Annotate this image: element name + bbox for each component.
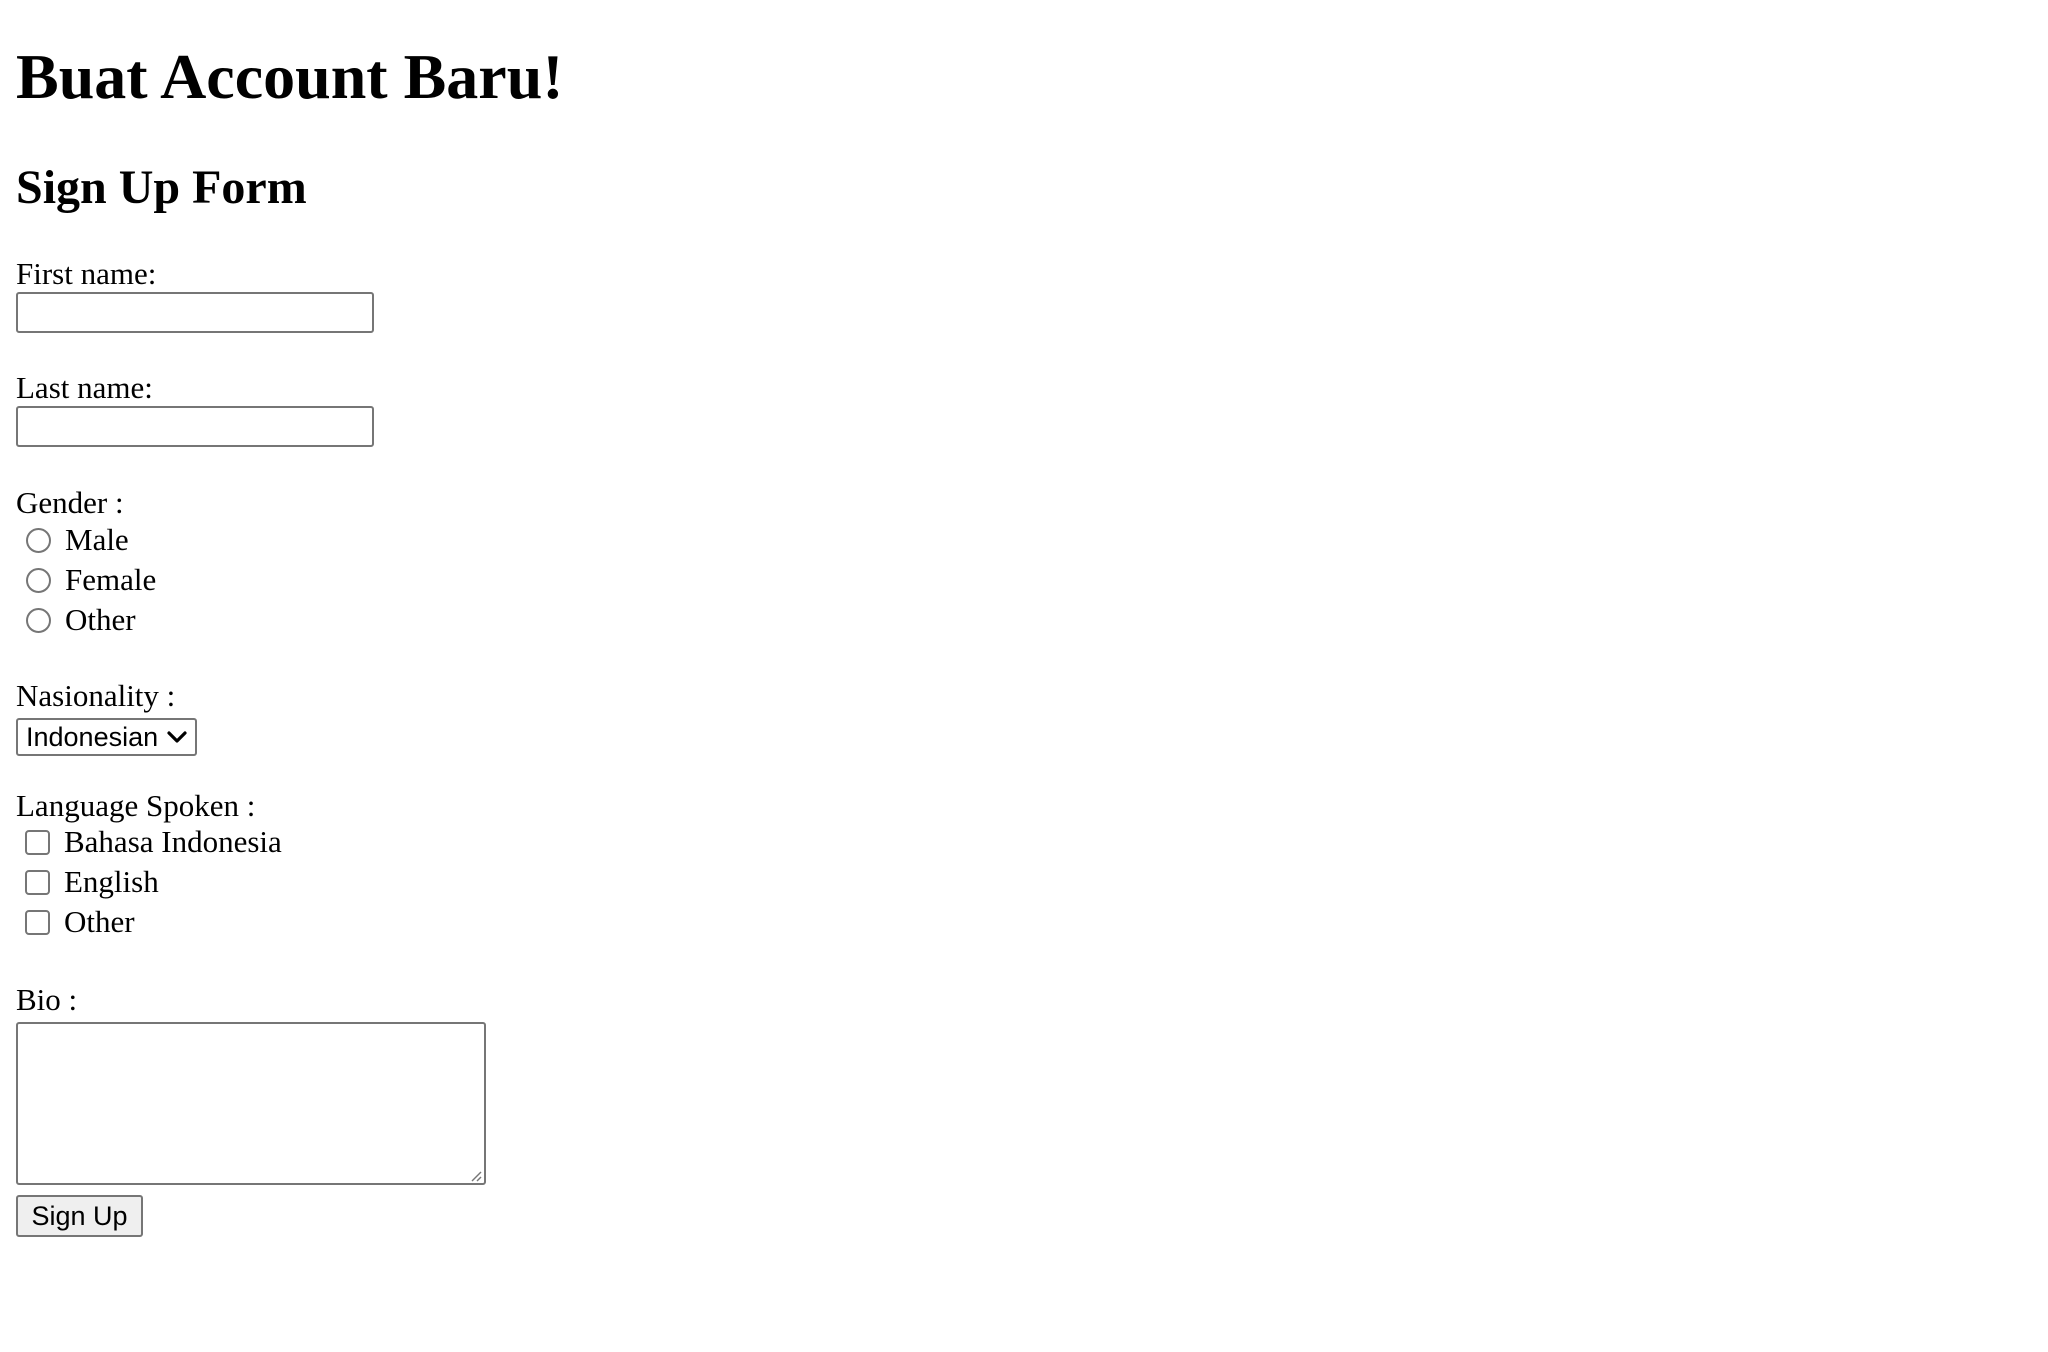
gender-option-other[interactable]: Other	[16, 600, 136, 640]
page-heading: Buat Account Baru!	[16, 41, 564, 112]
gender-other-radio[interactable]	[26, 607, 51, 633]
language-option-bahasa-indonesia[interactable]: Bahasa Indonesia	[16, 822, 282, 862]
gender-label: Gender :	[16, 485, 124, 520]
language-english-label: English	[64, 864, 159, 899]
first-name-input[interactable]	[16, 292, 374, 333]
chevron-down-icon	[163, 723, 191, 751]
bio-label: Bio :	[16, 982, 78, 1017]
gender-other-label: Other	[65, 602, 136, 637]
first-name-label: First name:	[16, 256, 157, 291]
language-bahasa-indonesia-label: Bahasa Indonesia	[64, 824, 282, 859]
gender-female-label: Female	[65, 562, 157, 597]
nationality-select[interactable]: Indonesian	[16, 718, 197, 756]
language-english-checkbox[interactable]	[25, 869, 50, 895]
gender-female-radio[interactable]	[26, 567, 51, 593]
resize-grip-icon[interactable]	[470, 1169, 482, 1182]
language-other-checkbox[interactable]	[25, 909, 50, 935]
gender-male-radio[interactable]	[26, 527, 51, 553]
nationality-label: Nasionality :	[16, 678, 176, 713]
last-name-label: Last name:	[16, 370, 153, 405]
language-other-label: Other	[64, 904, 135, 939]
bio-textarea[interactable]	[16, 1022, 486, 1185]
language-label: Language Spoken :	[16, 788, 256, 823]
gender-male-label: Male	[65, 522, 129, 557]
gender-option-male[interactable]: Male	[16, 520, 129, 560]
form-title: Sign Up Form	[16, 161, 307, 214]
sign-up-button[interactable]: Sign Up	[16, 1195, 143, 1237]
language-option-other[interactable]: Other	[16, 902, 135, 942]
nationality-selected-value: Indonesian	[26, 721, 159, 752]
language-option-english[interactable]: English	[16, 862, 159, 902]
gender-option-female[interactable]: Female	[16, 560, 156, 600]
language-bahasa-indonesia-checkbox[interactable]	[25, 829, 50, 855]
last-name-input[interactable]	[16, 406, 374, 447]
